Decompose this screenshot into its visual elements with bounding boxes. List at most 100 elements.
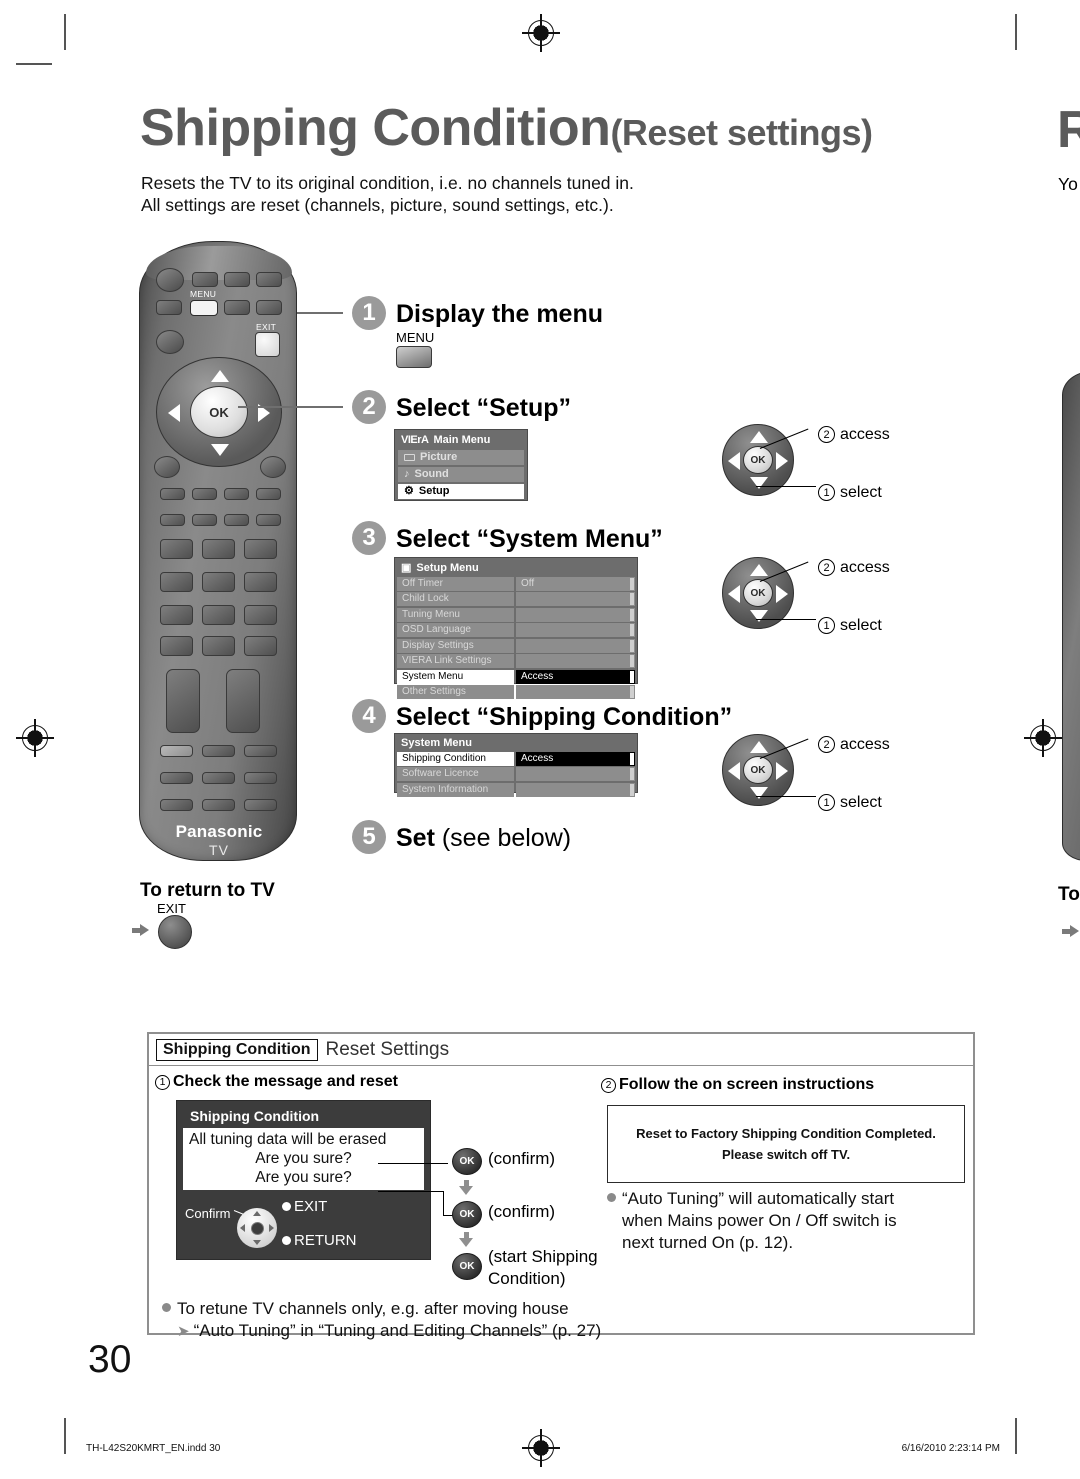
remote-button-r2c1[interactable]	[156, 300, 182, 315]
ok-badge-1: OK	[452, 1148, 482, 1175]
remote-numeric-key-7[interactable]	[160, 605, 193, 625]
step-1-badge: 1	[352, 296, 386, 330]
scroll-tick	[630, 624, 634, 636]
setup-menu-row-off-timer[interactable]: Off Timer Off	[397, 576, 635, 591]
remote-nav-ring[interactable]: OK	[156, 357, 282, 467]
main-menu-item-sound[interactable]: ♪ Sound	[398, 467, 524, 482]
nav-up-icon[interactable]	[211, 370, 229, 382]
remote-button-left-round[interactable]	[156, 330, 184, 354]
wheel2-ok-button: OK	[743, 446, 773, 474]
dialog-return-bullet	[282, 1236, 291, 1245]
remote-playback-key-4[interactable]	[160, 772, 193, 784]
remote-control: MENU EXIT OK Panasonic TV	[139, 241, 297, 861]
main-menu-item-picture[interactable]: Picture	[398, 450, 524, 465]
remote-numeric-key-1[interactable]	[160, 539, 193, 559]
bullet-dot-icon	[162, 1303, 171, 1312]
step1-key-label: MENU	[396, 330, 435, 345]
remote-numeric-key-2[interactable]	[202, 539, 235, 559]
wheel3-select-label: select	[840, 617, 882, 634]
return-to-tv-exit-button[interactable]	[158, 915, 192, 949]
panel-col2-heading-text: Follow the on screen instructions	[619, 1076, 875, 1093]
wheel3-select-num: 1	[818, 617, 835, 634]
remote-exit-button[interactable]	[255, 332, 280, 357]
auto-tuning-note-line1: “Auto Tuning” will automatically start	[607, 1188, 977, 1210]
remote-colour-key-4[interactable]	[256, 488, 281, 500]
setup-menu-row-osd-language[interactable]: OSD Language	[397, 623, 635, 637]
remote-playback-key-2[interactable]	[202, 745, 235, 757]
mini-ok-hub	[250, 1221, 264, 1235]
remote-numeric-key-5[interactable]	[202, 572, 235, 592]
remote-button-r1c2[interactable]	[224, 272, 250, 287]
remote-numeric-key-6[interactable]	[244, 572, 277, 592]
remote-numeric-key-9[interactable]	[244, 605, 277, 625]
remote-button-below-left[interactable]	[154, 456, 180, 478]
setup-menu-row-other-settings[interactable]: Other Settings	[397, 685, 635, 699]
remote-playback-key-1[interactable]	[160, 745, 193, 757]
panel-col2-heading: 2 Follow the on screen instructions	[601, 1076, 874, 1094]
setup-menu-row-viera-link-settings[interactable]: VIERA Link Settings	[397, 654, 635, 668]
system-menu-row-shipping-condition[interactable]: Shipping Condition Access	[397, 751, 635, 766]
setup-menu-row-display-settings[interactable]: Display Settings	[397, 638, 635, 653]
remote-playback-key-8[interactable]	[202, 799, 235, 811]
setup-menu-row-child-lock[interactable]: Child Lock	[397, 592, 635, 606]
nav-left-icon[interactable]	[168, 404, 180, 422]
remote-power-button[interactable]	[156, 268, 184, 292]
scroll-tick	[630, 670, 634, 683]
main-menu-item-setup[interactable]: ⚙ Setup	[398, 484, 524, 499]
remote-fn-key-3[interactable]	[224, 514, 249, 526]
remote-fn-key-4[interactable]	[256, 514, 281, 526]
leader-line-step2	[238, 406, 343, 408]
remote-playback-key-6[interactable]	[244, 772, 277, 784]
remote-playback-key-3[interactable]	[244, 745, 277, 757]
return-to-tv-title: To return to TV	[140, 880, 275, 901]
remote-colour-key-1[interactable]	[160, 488, 185, 500]
remote-ok-button[interactable]: OK	[190, 386, 248, 438]
step-5-title-rest: (see below)	[441, 824, 572, 852]
remote-button-r1c3[interactable]	[256, 272, 282, 287]
step-5-title-bold: Set	[396, 824, 435, 852]
remote-playback-key-5[interactable]	[202, 772, 235, 784]
wheel4-left-icon	[728, 762, 740, 780]
remote-fn-key-2[interactable]	[192, 514, 217, 526]
remote-fn-key-1[interactable]	[160, 514, 185, 526]
shipping-condition-dialog: Shipping Condition All tuning data will …	[176, 1100, 431, 1260]
next-page-remote-fragment	[1062, 371, 1080, 861]
wheel2-up-icon	[750, 431, 768, 443]
setup-menu-row-osd-language-label: OSD Language	[397, 623, 514, 637]
remote-volume-rocker[interactable]	[166, 669, 200, 733]
remote-numeric-key-0[interactable]	[202, 636, 235, 656]
remote-button-below-right[interactable]	[260, 456, 286, 478]
crop-mark-top-left-h	[16, 63, 52, 65]
main-menu-osd: VIErA Main Menu Picture ♪ Sound ⚙ Setup	[394, 429, 528, 501]
step1-menu-key[interactable]	[396, 346, 432, 368]
setup-menu-row-tuning-menu[interactable]: Tuning Menu	[397, 607, 635, 622]
wheel3-ok-button: OK	[743, 579, 773, 607]
remote-button-r2c4[interactable]	[256, 300, 282, 315]
system-menu-row-software-licence[interactable]: Software Licence	[397, 767, 635, 781]
ok-badge-2: OK	[452, 1201, 482, 1228]
wheel3-down-icon	[750, 610, 768, 622]
remote-numeric-key-4[interactable]	[160, 572, 193, 592]
remote-colour-key-3[interactable]	[224, 488, 249, 500]
remote-button-r2c3[interactable]	[224, 300, 250, 315]
remote-playback-key-9[interactable]	[244, 799, 277, 811]
nav-down-icon[interactable]	[211, 444, 229, 456]
flow-arrow-1-icon	[459, 1186, 473, 1195]
remote-numeric-key-10[interactable]	[160, 636, 193, 656]
remote-playback-key-7[interactable]	[160, 799, 193, 811]
setup-menu-row-system-menu[interactable]: System Menu Access	[397, 669, 635, 684]
dialog-message: All tuning data will be erased Are you s…	[183, 1128, 424, 1190]
remote-colour-key-2[interactable]	[192, 488, 217, 500]
ok-caption-2: (confirm)	[488, 1202, 556, 1221]
auto-tuning-note: “Auto Tuning” will automatically start w…	[607, 1188, 977, 1254]
system-menu-row-system-information[interactable]: System Information	[397, 782, 635, 797]
remote-numeric-key-12[interactable]	[244, 636, 277, 656]
remote-numeric-key-8[interactable]	[202, 605, 235, 625]
remote-button-r1c1[interactable]	[192, 272, 218, 287]
scroll-tick	[630, 593, 634, 605]
step-2-badge: 2	[352, 390, 386, 424]
remote-menu-button[interactable]	[190, 300, 218, 316]
return-arrow-tail	[132, 928, 140, 933]
remote-numeric-key-3[interactable]	[244, 539, 277, 559]
remote-channel-rocker[interactable]	[226, 669, 260, 733]
